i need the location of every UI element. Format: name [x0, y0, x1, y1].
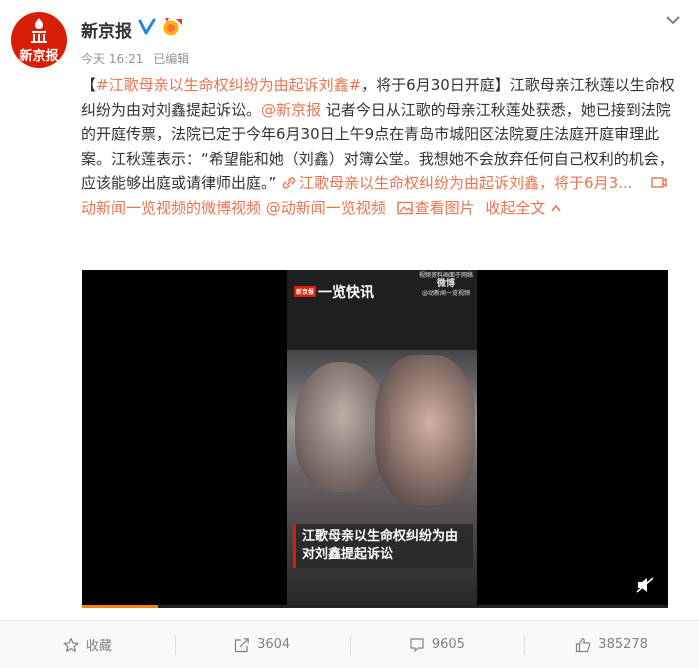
- collapse-text: 收起全文: [485, 198, 546, 217]
- comment-icon: [410, 637, 424, 652]
- avatar[interactable]: 新京报: [11, 12, 67, 68]
- video-progress-bar[interactable]: [82, 605, 668, 608]
- article-link-text: 江歌母亲以生命权纠纷为由起诉刘鑫，将于6月3...: [299, 174, 633, 192]
- share-button[interactable]: 3604: [174, 621, 350, 668]
- post-meta: 今天 16:21 已编辑: [81, 50, 195, 67]
- video-watermark: 视频资料画面于网络 微博 @动新闻一览视频: [419, 271, 473, 298]
- video-source-text: 动新闻一览视频的微博视频: [81, 198, 262, 217]
- temple-emblem-icon: [31, 18, 47, 43]
- video-icon: [651, 177, 667, 188]
- edited-label: 已编辑: [153, 52, 190, 66]
- share-icon: [234, 637, 249, 652]
- verified-icon: [138, 18, 156, 35]
- view-images-text: 查看图片: [414, 198, 475, 217]
- video-progress-fill: [82, 605, 159, 608]
- video-brand: 新京报 一览快讯: [294, 282, 374, 302]
- like-count: 385278: [598, 637, 648, 652]
- chevron-down-icon[interactable]: [665, 14, 681, 26]
- image-icon: [396, 201, 413, 214]
- share-count: 3604: [257, 637, 291, 652]
- link-icon: [282, 177, 296, 189]
- mention-link-2[interactable]: @动新闻一览视频: [266, 199, 386, 217]
- post-time[interactable]: 今天 16:21: [81, 52, 143, 66]
- view-images-link[interactable]: 查看图片: [396, 198, 475, 217]
- like-button[interactable]: 385278: [524, 621, 699, 668]
- mention-link[interactable]: @新京报: [261, 101, 321, 119]
- weibo-post-card: 新京报 新京报 今天 16:21 已编辑 【#江歌母亲以生命权纠纷为由起诉刘鑫#…: [0, 0, 699, 668]
- article-link[interactable]: 江歌母亲以生命权纠纷为由起诉刘鑫，将于6月3...: [281, 174, 632, 192]
- action-bar: 收藏 3604 9605 385278: [0, 621, 699, 668]
- topic-tag[interactable]: #江歌母亲以生命权纠纷为由起诉刘鑫#: [96, 76, 361, 94]
- chevron-up-icon: [551, 204, 562, 211]
- comment-button[interactable]: 9605: [349, 621, 525, 668]
- video-scene-figure-right: [375, 355, 475, 505]
- username[interactable]: 新京报: [81, 17, 132, 42]
- watermark-weibo: 微博: [436, 279, 455, 289]
- vip-medal-icon: [163, 18, 182, 36]
- video-frame: 新京报 一览快讯 视频资料画面于网络 微博 @动新闻一览视频 江歌母亲以生命权纠纷…: [287, 270, 477, 608]
- title-bracket: 【: [81, 76, 97, 94]
- video-player[interactable]: 新京报 一览快讯 视频资料画面于网络 微博 @动新闻一览视频 江歌母亲以生命权纠纷…: [82, 270, 668, 608]
- video-brand-text: 一览快讯: [318, 285, 375, 301]
- watermark-line2: @动新闻一览视频: [421, 290, 470, 297]
- like-icon: [576, 637, 591, 652]
- comment-count: 9605: [431, 637, 465, 652]
- video-brand-badge: 新京报: [294, 286, 317, 297]
- post-body: 【#江歌母亲以生命权纠纷为由起诉刘鑫#，将于6月30日开庭】江歌母亲江秋莲以生命…: [81, 73, 677, 220]
- star-icon: [63, 637, 79, 652]
- video-caption: 江歌母亲以生命权纠纷为由对刘鑫提起诉讼: [293, 524, 473, 568]
- favorite-label: 收藏: [85, 639, 112, 654]
- avatar-logo-text: 新京报: [19, 49, 59, 64]
- favorite-button[interactable]: 收藏: [0, 621, 175, 668]
- mute-icon[interactable]: [636, 577, 654, 593]
- collapse-link[interactable]: 收起全文: [485, 198, 562, 217]
